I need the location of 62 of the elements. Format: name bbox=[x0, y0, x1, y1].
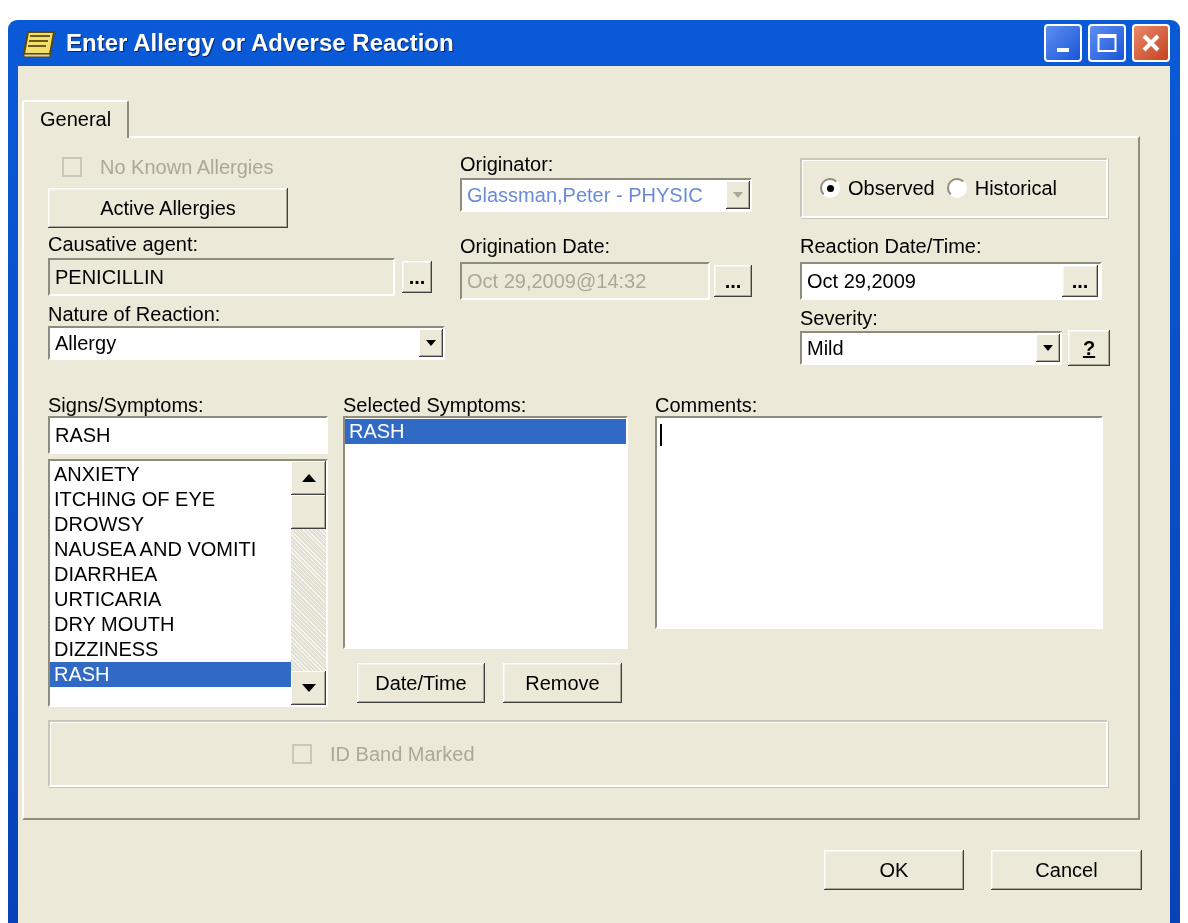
list-item[interactable]: DRY MOUTH bbox=[50, 612, 291, 637]
close-button[interactable] bbox=[1132, 24, 1170, 62]
symptom-button[interactable]: Date/Time bbox=[357, 663, 485, 703]
dropdown: Glassman,Peter - PHYSIC bbox=[460, 178, 752, 212]
text-cursor bbox=[660, 424, 662, 446]
list-item[interactable]: DROWSY bbox=[50, 512, 291, 537]
list-item[interactable]: ITCHING OF EYE bbox=[50, 487, 291, 512]
arrow-up-icon bbox=[301, 474, 316, 482]
text-field: Oct 29,2009@14:32 bbox=[460, 262, 710, 300]
list-item[interactable]: RASH bbox=[50, 662, 291, 687]
radio-button[interactable] bbox=[946, 178, 967, 198]
caret-icon bbox=[1043, 345, 1053, 351]
text-field[interactable]: PENICILLIN bbox=[48, 258, 395, 296]
field-label: Reaction Date/Time: bbox=[800, 234, 983, 258]
field-label: Comments: bbox=[655, 394, 759, 416]
close-icon bbox=[1141, 33, 1161, 53]
active-allergies-button[interactable]: Active Allergies bbox=[48, 188, 288, 228]
minimize-button[interactable] bbox=[1044, 24, 1082, 62]
checkbox-label: No Known Allergies bbox=[100, 155, 274, 179]
notepad-icon bbox=[22, 28, 58, 58]
browse-button[interactable]: ... bbox=[1062, 265, 1098, 297]
field-label: Nature of Reaction: bbox=[48, 302, 222, 326]
field-label: Originator: bbox=[460, 152, 555, 176]
list-item[interactable]: NAUSEA AND VOMITI bbox=[50, 537, 291, 562]
dropdown[interactable]: Allergy bbox=[48, 326, 445, 360]
tab[interactable]: General bbox=[22, 100, 130, 138]
symptom-button[interactable]: Remove bbox=[503, 663, 622, 703]
list-item[interactable]: URTICARIA bbox=[50, 587, 291, 612]
field-label: Origination Date: bbox=[460, 234, 612, 258]
field-label: Selected Symptoms: bbox=[343, 394, 528, 416]
caret-icon bbox=[426, 340, 436, 346]
minimize-icon bbox=[1057, 48, 1069, 52]
field-label: Causative agent: bbox=[48, 232, 200, 256]
maximize-icon bbox=[1097, 33, 1117, 53]
scroll-down-button[interactable] bbox=[291, 671, 326, 705]
maximize-button[interactable] bbox=[1088, 24, 1126, 62]
dropdown-button[interactable] bbox=[419, 329, 443, 357]
dropdown[interactable]: Mild bbox=[800, 331, 1062, 365]
list-item[interactable]: DIARRHEA bbox=[50, 562, 291, 587]
list-item[interactable]: DIZZINESS bbox=[50, 637, 291, 662]
dialog-button[interactable]: Cancel bbox=[991, 850, 1142, 890]
radio-label[interactable]: Historical bbox=[974, 176, 1057, 200]
arrow-down-icon bbox=[301, 684, 316, 692]
dropdown-button[interactable] bbox=[1036, 334, 1060, 362]
search-field[interactable]: RASH bbox=[48, 416, 328, 454]
radio-button[interactable] bbox=[820, 178, 840, 198]
help-button[interactable]: ? bbox=[1068, 330, 1110, 366]
dialog-button[interactable]: OK bbox=[824, 850, 964, 890]
scroll-thumb[interactable] bbox=[291, 495, 326, 529]
browse-button[interactable]: ... bbox=[402, 261, 432, 293]
field-label: Signs/Symptoms: bbox=[48, 394, 205, 416]
list-item[interactable]: RASH bbox=[345, 419, 626, 444]
caret-icon bbox=[733, 192, 743, 198]
window-title: Enter Allergy or Adverse Reaction bbox=[66, 29, 455, 57]
comments-field[interactable] bbox=[655, 416, 1103, 629]
scrollbar[interactable] bbox=[291, 461, 326, 705]
checkbox-label: ID Band Marked bbox=[330, 741, 475, 766]
radio-label[interactable]: Observed bbox=[848, 176, 935, 200]
text-field[interactable]: Oct 29,2009 ... bbox=[800, 262, 1102, 300]
scroll-up-button[interactable] bbox=[291, 461, 326, 495]
list-item[interactable]: ANXIETY bbox=[50, 462, 291, 487]
field-label: Severity: bbox=[800, 306, 879, 330]
